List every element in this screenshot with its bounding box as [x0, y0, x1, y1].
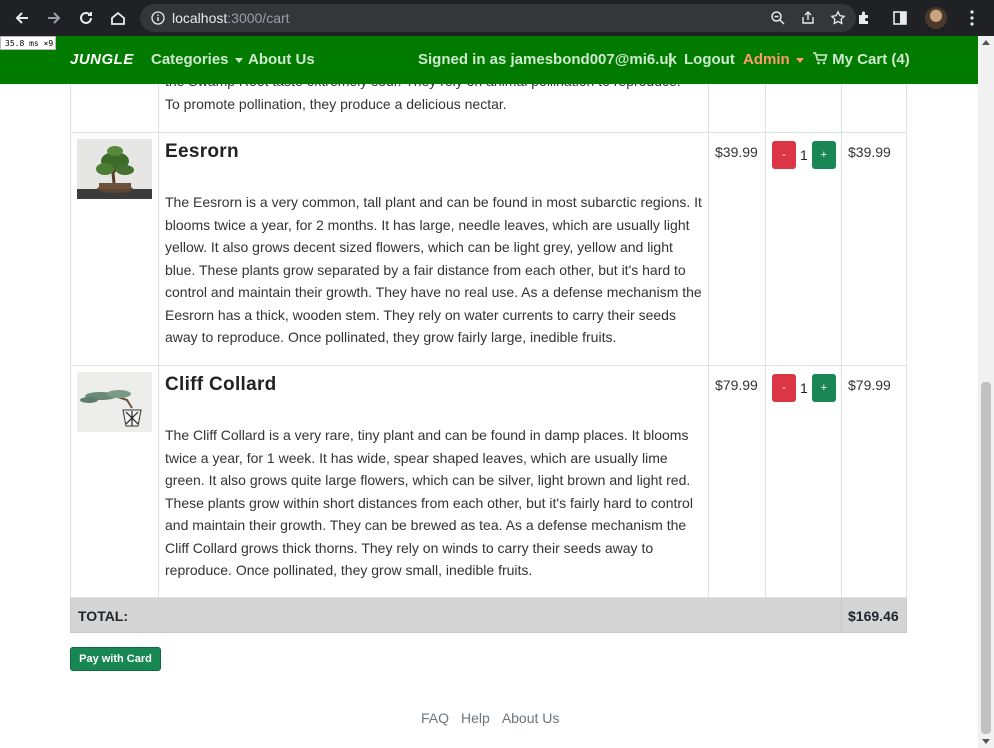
categories-dropdown[interactable]: Categories: [151, 51, 243, 68]
url-text: localhost:3000/cart: [172, 10, 290, 26]
total-label: TOTAL:: [78, 608, 129, 624]
cart-icon: [813, 52, 828, 65]
total-label-cell: TOTAL:: [70, 597, 842, 633]
line-total: $39.99: [848, 144, 891, 160]
image-cell: [70, 132, 159, 366]
chevron-down-icon: [234, 57, 243, 63]
footer: FAQ Help About Us: [421, 710, 559, 726]
brand-logo[interactable]: JUNGLE: [70, 51, 134, 68]
address-bar[interactable]: localhost:3000/cart: [140, 4, 856, 32]
share-icon[interactable]: [798, 8, 818, 28]
url-host: localhost: [172, 10, 228, 26]
reload-icon[interactable]: [70, 2, 102, 34]
avatar[interactable]: [922, 4, 950, 32]
decrease-quantity-button[interactable]: -: [772, 374, 796, 402]
quantity-value: 1: [800, 380, 808, 396]
scroll-down-icon[interactable]: [982, 739, 990, 744]
admin-dropdown[interactable]: Admin: [743, 51, 804, 68]
total-cell: $39.99: [841, 132, 907, 366]
product-image-juniper[interactable]: [77, 372, 152, 432]
table-row: the Swamp Root taste extremely sour. The…: [70, 84, 907, 133]
cart-table: the Swamp Root taste extremely sour. The…: [70, 84, 907, 633]
pay-with-card-button[interactable]: Pay with Card: [70, 647, 161, 671]
description-cell: the Swamp Root taste extremely sour. The…: [158, 84, 709, 133]
scrollbar-thumb[interactable]: [981, 382, 991, 734]
categories-label: Categories: [151, 51, 229, 68]
page-scrollbar[interactable]: [978, 36, 994, 748]
menu-kebab-icon[interactable]: [958, 4, 986, 32]
image-cell: [70, 365, 159, 598]
cart-total: $169.46: [848, 608, 899, 624]
description-cell: Cliff Collard The Cliff Collard is a ver…: [158, 365, 709, 598]
price-cell: $79.99: [708, 365, 766, 598]
forward-icon[interactable]: [38, 2, 70, 34]
signed-in-text: Signed in as jamesbond007@mi6.uk: [418, 51, 677, 68]
quantity-cell: - 1 +: [765, 365, 842, 598]
quantity-stepper: - 1 +: [766, 366, 841, 402]
back-icon[interactable]: [6, 2, 38, 34]
quantity-value: 1: [800, 147, 808, 163]
description-text: the Swamp Root taste extremely sour. The…: [165, 84, 702, 93]
footer-about-link[interactable]: About Us: [502, 710, 560, 726]
product-name[interactable]: Cliff Collard: [165, 374, 702, 396]
browser-toolbar: localhost:3000/cart: [0, 0, 994, 36]
description-cell: Eesrorn The Eesrorn is a very common, ta…: [158, 132, 709, 366]
bookmark-star-icon[interactable]: [828, 8, 848, 28]
chevron-down-icon: [795, 57, 804, 63]
zoom-icon[interactable]: [768, 8, 788, 28]
product-image-bonsai[interactable]: [77, 139, 152, 199]
total-row: TOTAL: $169.46: [70, 597, 907, 633]
unit-price: $79.99: [715, 377, 758, 393]
admin-label: Admin: [743, 51, 790, 68]
site-info-icon[interactable]: [144, 11, 172, 25]
price-cell: [708, 84, 766, 133]
side-panel-icon[interactable]: [886, 4, 914, 32]
image-cell: [70, 84, 159, 133]
product-description: The Eesrorn is a very common, tall plant…: [165, 194, 702, 345]
quantity-stepper: - 1 +: [766, 133, 841, 169]
footer-faq-link[interactable]: FAQ: [421, 710, 449, 726]
decrease-quantity-button[interactable]: -: [772, 141, 796, 169]
total-cell: $79.99: [841, 365, 907, 598]
table-row: Eesrorn The Eesrorn is a very common, ta…: [70, 132, 907, 366]
increase-quantity-button[interactable]: +: [811, 141, 836, 169]
footer-help-link[interactable]: Help: [461, 710, 490, 726]
home-icon[interactable]: [102, 2, 134, 34]
unit-price: $39.99: [715, 144, 758, 160]
my-cart-link[interactable]: My Cart (4): [813, 51, 910, 68]
description-text: To promote pollination, they produce a d…: [165, 95, 507, 112]
price-cell: $39.99: [708, 132, 766, 366]
product-description: The Cliff Collard is a very rare, tiny p…: [165, 427, 693, 578]
scroll-up-icon[interactable]: [982, 40, 990, 45]
total-value-cell: $169.46: [841, 597, 907, 633]
increase-quantity-button[interactable]: +: [811, 374, 836, 402]
quantity-cell: - 1 +: [765, 132, 842, 366]
my-cart-label: My Cart (4): [832, 51, 910, 68]
table-row: Cliff Collard The Cliff Collard is a ver…: [70, 365, 907, 598]
about-link[interactable]: About Us: [248, 51, 315, 68]
url-path: :3000/cart: [227, 10, 290, 26]
extensions-icon[interactable]: [850, 4, 878, 32]
nav-separator: |: [668, 51, 673, 68]
quantity-cell: [765, 84, 842, 133]
total-cell: [841, 84, 907, 133]
logout-link[interactable]: Logout: [684, 51, 735, 68]
product-name[interactable]: Eesrorn: [165, 141, 702, 163]
app-navbar: JUNGLE Categories About Us Signed in as …: [0, 36, 978, 84]
line-total: $79.99: [848, 377, 891, 393]
perf-badge: 35.8 ms ×9: [0, 36, 56, 50]
